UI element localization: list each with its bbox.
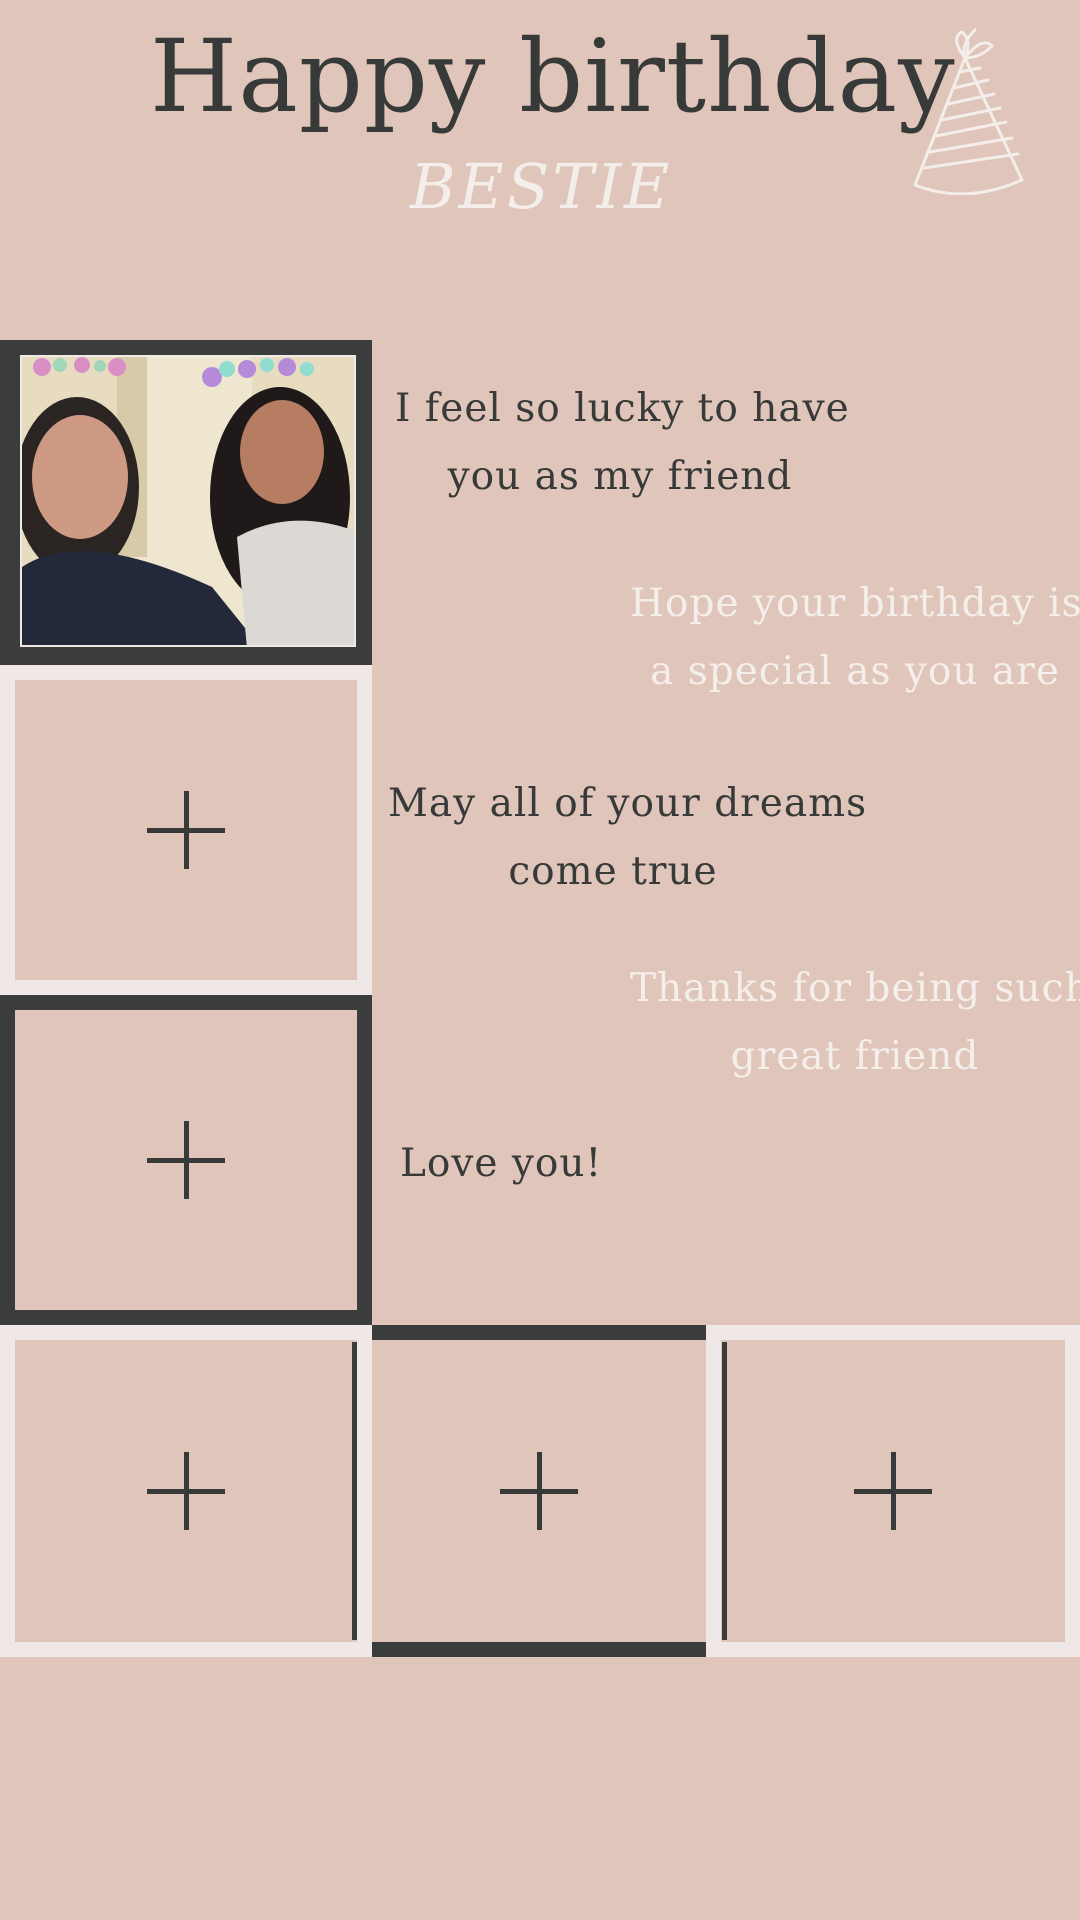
photo-slot-3[interactable] xyxy=(0,1325,372,1657)
plus-icon xyxy=(147,791,225,869)
message-4: Thanks for being such great friend xyxy=(630,966,1080,1079)
photo-slot-2[interactable] xyxy=(0,995,372,1325)
message-1: I feel so lucky to have you as my friend xyxy=(395,386,850,499)
plus-icon xyxy=(854,1452,932,1530)
photo-slot-5[interactable] xyxy=(706,1325,1080,1657)
message-5: Love you! xyxy=(400,1141,603,1186)
divider xyxy=(722,1342,727,1640)
photo-slot-4[interactable] xyxy=(372,1325,706,1657)
message-3: May all of your dreams come true xyxy=(388,781,868,894)
divider xyxy=(352,1342,357,1640)
plus-icon xyxy=(147,1452,225,1530)
plus-icon xyxy=(500,1452,578,1530)
party-hat-icon xyxy=(913,28,1024,195)
plus-icon xyxy=(147,1121,225,1199)
subtitle: BESTIE xyxy=(410,150,673,223)
message-2: Hope your birthday is a special as you ar… xyxy=(630,581,1080,694)
photo-slot-1[interactable] xyxy=(0,665,372,995)
title: Happy birthday xyxy=(150,18,956,135)
friends-photo[interactable] xyxy=(20,355,356,647)
photo-image xyxy=(22,357,354,645)
